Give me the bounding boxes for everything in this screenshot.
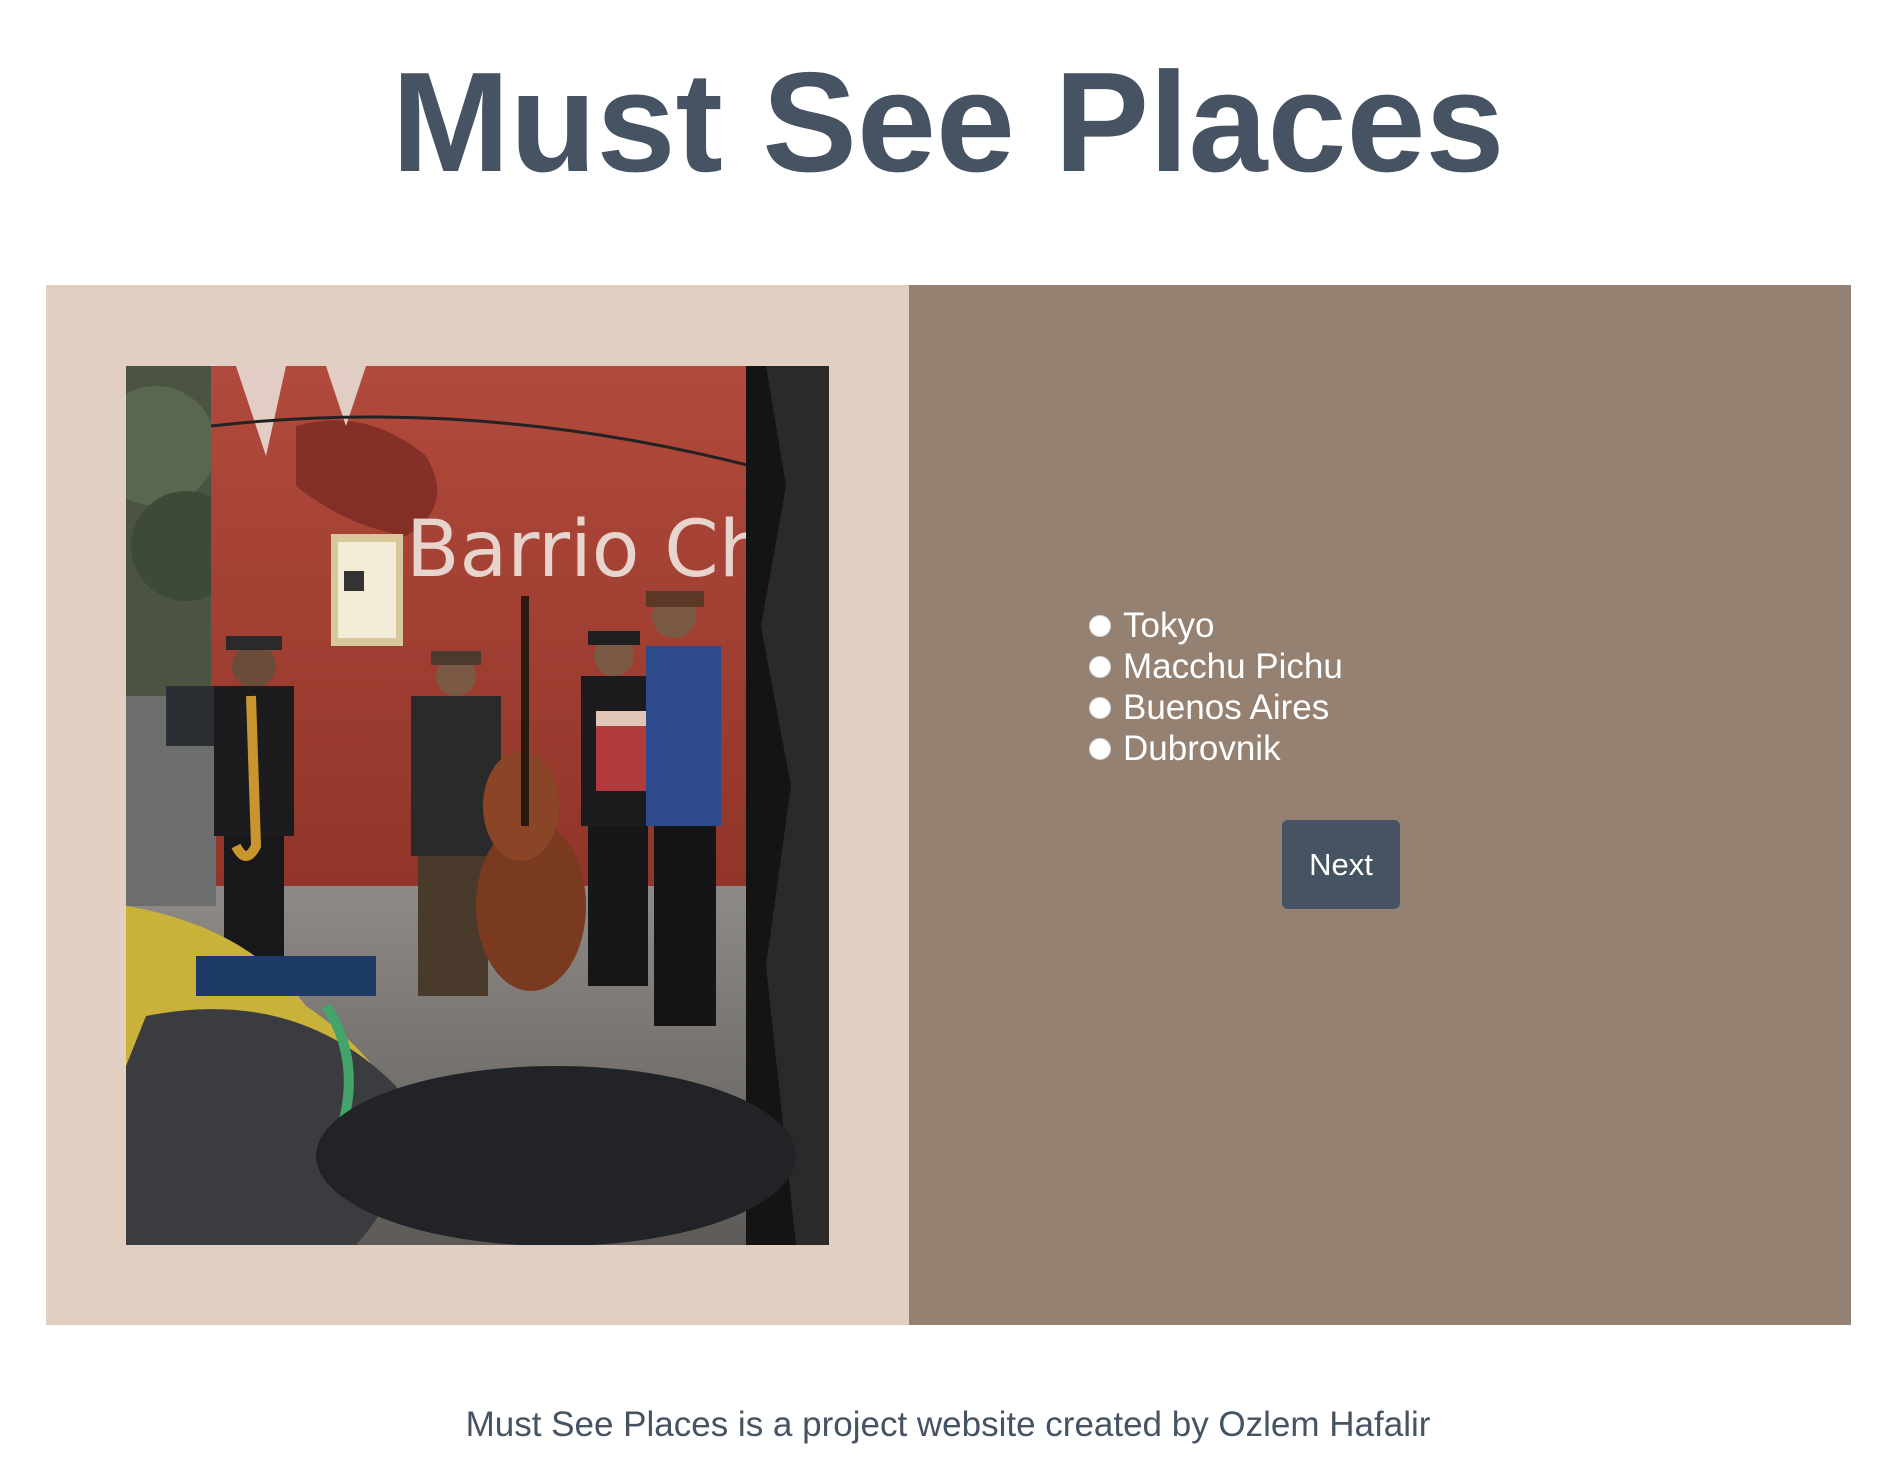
next-button[interactable]: Next [1282,820,1400,909]
option-tokyo[interactable]: Tokyo [1077,605,1343,646]
option-label: Dubrovnik [1123,729,1281,768]
choices-pane: Tokyo Macchu Pichu Buenos Aires Dubrovni… [909,285,1851,1325]
option-buenos-aires[interactable]: Buenos Aires [1077,687,1343,728]
option-label: Tokyo [1123,606,1215,645]
page-title: Must See Places [391,43,1505,202]
option-macchu-pichu[interactable]: Macchu Pichu [1077,646,1343,687]
destination-options: Tokyo Macchu Pichu Buenos Aires Dubrovni… [1077,605,1343,769]
svg-text:Barrio Chi: Barrio Chi [406,505,790,595]
radio-button[interactable] [1089,614,1111,637]
footer-credit: Must See Places is a project website cre… [465,1405,1431,1444]
radio-button[interactable] [1089,737,1111,760]
radio-button[interactable] [1089,696,1111,719]
option-label: Macchu Pichu [1123,647,1343,686]
option-label: Buenos Aires [1123,688,1330,727]
option-dubrovnik[interactable]: Dubrovnik [1077,728,1343,769]
quiz-panel: Barrio Chi Tokyo Macchu Pichu Buenos Air… [46,285,1851,1325]
location-photo: Barrio Chi [126,366,829,1245]
radio-button[interactable] [1089,655,1111,678]
image-pane: Barrio Chi [46,285,909,1325]
